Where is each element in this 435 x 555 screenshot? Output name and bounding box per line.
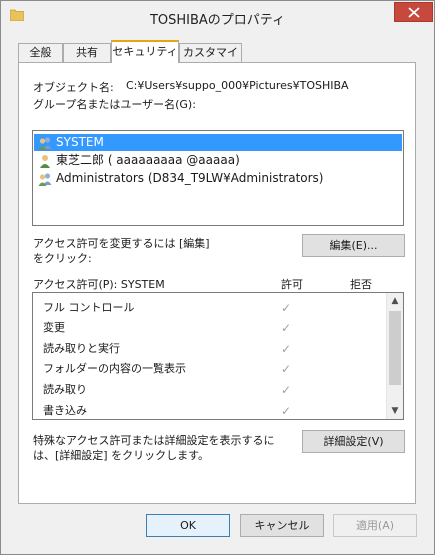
check-icon: ✓	[281, 404, 292, 418]
table-row: 書き込み ✓	[43, 401, 373, 419]
group-list-label: グループ名またはユーザー名(G):	[33, 98, 196, 111]
edit-hint-line1: アクセス許可を変更するには [編集]	[33, 237, 210, 250]
scrollbar-thumb[interactable]	[389, 311, 401, 385]
scroll-down-icon[interactable]: ▼	[387, 403, 403, 419]
permissions-list[interactable]: フル コントロール ✓ 変更 ✓ 読み取りと実行 ✓ フォルダーの内容の一覧表示…	[32, 292, 404, 420]
table-row: フォルダーの内容の一覧表示 ✓	[43, 359, 373, 379]
scroll-up-icon[interactable]: ▲	[387, 293, 403, 309]
table-row: 読み取りと実行 ✓	[43, 339, 373, 359]
permission-name: 変更	[43, 321, 65, 334]
permission-name: 書き込み	[43, 404, 87, 417]
advanced-button[interactable]: 詳細設定(V)	[302, 430, 405, 453]
object-name-value: C:¥Users¥suppo_000¥Pictures¥TOSHIBA	[126, 79, 349, 92]
check-icon: ✓	[281, 301, 292, 315]
object-name-label: オブジェクト名:	[33, 81, 114, 94]
check-icon: ✓	[281, 342, 292, 356]
cancel-button[interactable]: キャンセル	[240, 514, 324, 537]
deny-column-header: 拒否	[350, 278, 372, 291]
list-item[interactable]: Administrators (D834_T9LW¥Administrators…	[34, 170, 402, 187]
tab-sharing[interactable]: 共有	[63, 43, 111, 62]
list-item[interactable]: 東芝二郎 ( aaaaaaaaa @aaaaa)	[34, 152, 402, 169]
table-row: 変更 ✓	[43, 318, 373, 338]
permission-name: 読み取り	[43, 383, 87, 396]
check-icon: ✓	[281, 383, 292, 397]
edit-hint-line2: をクリック:	[33, 252, 92, 265]
group-user-list[interactable]: SYSTEM 東芝二郎 ( aaaaaaaaa @aaaaa) Administ…	[32, 130, 404, 226]
group-name: 東芝二郎 ( aaaaaaaaa @aaaaa)	[56, 153, 240, 167]
window-title: TOSHIBAのプロパティ	[149, 13, 286, 28]
group-users-icon	[38, 173, 52, 186]
permission-name: 読み取りと実行	[43, 342, 120, 355]
close-button[interactable]	[394, 2, 433, 22]
group-name: Administrators (D834_T9LW¥Administrators…	[56, 171, 324, 185]
security-panel: オブジェクト名: C:¥Users¥suppo_000¥Pictures¥TOS…	[18, 62, 416, 504]
close-icon	[408, 7, 420, 18]
edit-button[interactable]: 編集(E)...	[302, 234, 405, 257]
advanced-hint-line2: は、[詳細設定] をクリックします。	[33, 449, 209, 462]
title-bar[interactable]: TOSHIBAのプロパティ	[1, 1, 434, 33]
group-users-icon	[38, 137, 52, 150]
permissions-scrollbar[interactable]: ▲ ▼	[386, 293, 403, 419]
group-name: SYSTEM	[56, 135, 104, 149]
permissions-label: アクセス許可(P): SYSTEM	[33, 278, 165, 291]
list-item[interactable]: SYSTEM	[34, 134, 402, 151]
check-icon: ✓	[281, 362, 292, 376]
permission-name: フォルダーの内容の一覧表示	[43, 362, 186, 375]
allow-column-header: 許可	[281, 278, 303, 291]
table-row: フル コントロール ✓	[43, 298, 373, 318]
properties-dialog: TOSHIBAのプロパティ 全般 共有 セキュリティ カスタマイズ オブジェクト…	[0, 0, 435, 555]
table-row: 読み取り ✓	[43, 380, 373, 400]
user-icon	[40, 155, 50, 168]
tab-security[interactable]: セキュリティ	[111, 40, 179, 63]
advanced-hint-line1: 特殊なアクセス許可または詳細設定を表示するに	[33, 434, 275, 447]
tab-general[interactable]: 全般	[18, 43, 63, 62]
check-icon: ✓	[281, 321, 292, 335]
permission-name: フル コントロール	[43, 301, 135, 314]
ok-button[interactable]: OK	[146, 514, 230, 537]
apply-button[interactable]: 適用(A)	[333, 514, 417, 537]
tab-customize[interactable]: カスタマイズ	[179, 43, 242, 77]
